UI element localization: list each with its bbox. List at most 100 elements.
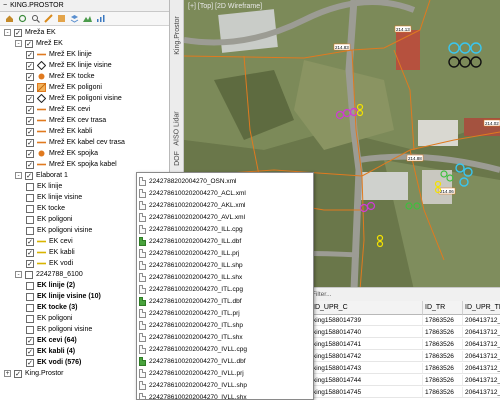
- table-cell[interactable]: 17863526: [423, 339, 463, 350]
- file-list-item[interactable]: 2242786100202004270_IVLL.prj: [139, 367, 244, 379]
- layer-checkbox[interactable]: [26, 292, 34, 301]
- tree-item[interactable]: Mrež EK tocke: [26, 71, 95, 82]
- tab-king-prostor[interactable]: King.Prostor: [170, 6, 184, 64]
- tree-item[interactable]: EK vodi: [26, 258, 73, 269]
- tree-item[interactable]: EK tocke (3): [26, 302, 77, 313]
- tree-item[interactable]: Mrež EK kabli: [26, 126, 92, 137]
- table-cell[interactable]: king1588014745: [311, 387, 423, 398]
- file-list-item[interactable]: 2242786100202004270_ITL.prj: [139, 307, 240, 319]
- table-cell[interactable]: 206413712_: [463, 339, 500, 350]
- expand-icon[interactable]: +: [4, 370, 11, 377]
- file-list-item[interactable]: 2242786100202004270_ILL.cpg: [139, 223, 243, 235]
- viewport-label[interactable]: [+] [Top] [2D Wireframe]: [188, 3, 262, 10]
- layer-checkbox[interactable]: [26, 336, 34, 345]
- tree-item[interactable]: EK linije: [26, 181, 62, 192]
- layer-checkbox[interactable]: [26, 314, 34, 323]
- tree-item[interactable]: Mrež EK linije visine: [26, 60, 112, 71]
- layers-icon[interactable]: [69, 13, 80, 24]
- file-list-item[interactable]: 2242786100202004270_AKL.xml: [139, 199, 246, 211]
- layer-checkbox[interactable]: [26, 182, 34, 191]
- filter-button[interactable]: Filter...: [312, 291, 332, 298]
- tree-item[interactable]: EK linije visine: [26, 192, 82, 203]
- tree-item[interactable]: EK cevi: [26, 236, 73, 247]
- tree-item[interactable]: EK poligoni visine: [26, 324, 92, 335]
- tab-dof[interactable]: DOF: [170, 146, 184, 170]
- refresh-icon[interactable]: [17, 13, 28, 24]
- search-icon[interactable]: [30, 13, 41, 24]
- file-list-item[interactable]: 2242786100202004270_ILL.prj: [139, 247, 239, 259]
- layer-checkbox[interactable]: [14, 28, 22, 37]
- layer-checkbox[interactable]: [26, 83, 34, 92]
- table-cell[interactable]: king1588014743: [311, 363, 423, 374]
- file-list-item[interactable]: 2242786100202004270_ILL.dbf: [139, 235, 241, 247]
- file-list-item[interactable]: 2242786100202004270_IVLL.dbf: [139, 355, 246, 367]
- tree-item[interactable]: EK poligoni: [26, 214, 72, 225]
- file-list-item[interactable]: 2242786100202004270_IVLL.shx: [139, 391, 247, 399]
- layer-checkbox[interactable]: [26, 105, 34, 114]
- column-header[interactable]: ID_TR: [423, 301, 463, 315]
- column-header[interactable]: ID_UPR_TR: [463, 301, 500, 315]
- layer-checkbox[interactable]: [26, 50, 34, 59]
- tree-item[interactable]: Mrež EK poligoni visine: [26, 93, 122, 104]
- table-cell[interactable]: king1588014740: [311, 327, 423, 338]
- layer-checkbox[interactable]: [26, 94, 34, 103]
- layer-checkbox[interactable]: [26, 72, 34, 81]
- tree-item[interactable]: EK poligoni visine: [26, 225, 92, 236]
- tree-item[interactable]: EK kabli (4): [26, 346, 75, 357]
- layer-checkbox[interactable]: [26, 215, 34, 224]
- tree-item[interactable]: - Elaborat 1: [15, 170, 68, 181]
- file-list-item[interactable]: 2242786100202004270_IVLL.shp: [139, 379, 247, 391]
- layer-checkbox[interactable]: [26, 325, 34, 334]
- collapse-icon[interactable]: -: [15, 271, 22, 278]
- home-icon[interactable]: [4, 13, 15, 24]
- layer-checkbox[interactable]: [26, 149, 34, 158]
- tree-item[interactable]: Mrež EK kabel cev trasa: [26, 137, 125, 148]
- tree-item[interactable]: EK cevi (64): [26, 335, 77, 346]
- layer-checkbox[interactable]: [25, 39, 33, 48]
- table-cell[interactable]: 17863526: [423, 387, 463, 398]
- collapse-icon[interactable]: -: [4, 29, 11, 36]
- table-cell[interactable]: 17863526: [423, 351, 463, 362]
- tool-icon[interactable]: [56, 13, 67, 24]
- layer-checkbox[interactable]: [26, 160, 34, 169]
- column-header[interactable]: ID_UPR_C: [311, 301, 423, 315]
- minus-icon[interactable]: −: [3, 0, 7, 12]
- layer-checkbox[interactable]: [26, 127, 34, 136]
- tree-item[interactable]: EK vodi (576): [26, 357, 81, 368]
- table-cell[interactable]: 206413712_: [463, 387, 500, 398]
- layer-checkbox[interactable]: [26, 226, 34, 235]
- tree-item[interactable]: EK tocke: [26, 203, 65, 214]
- layer-checkbox[interactable]: [26, 281, 34, 290]
- table-cell[interactable]: king1588014744: [311, 375, 423, 386]
- table-cell[interactable]: king1588014741: [311, 339, 423, 350]
- file-list-item[interactable]: 2242786100202004270_ITL.shx: [139, 331, 243, 343]
- file-list-item[interactable]: 2242786100202004270_ITL.shp: [139, 319, 243, 331]
- tree-item[interactable]: - Mreža EK: [4, 27, 56, 38]
- collapse-icon[interactable]: -: [15, 40, 22, 47]
- tree-item[interactable]: EK kabli: [26, 247, 75, 258]
- file-list-item[interactable]: 2242786100202004270_ITL.cpg: [139, 283, 243, 295]
- file-list-item[interactable]: 2242786100202004270_ACL.xml: [139, 187, 246, 199]
- tree-item[interactable]: EK linije (2): [26, 280, 75, 291]
- table-cell[interactable]: 17863526: [423, 363, 463, 374]
- tree-item[interactable]: - 2242788_6100: [15, 269, 83, 280]
- layer-checkbox[interactable]: [14, 369, 22, 378]
- layer-checkbox[interactable]: [26, 248, 34, 257]
- pencil-icon[interactable]: [43, 13, 54, 24]
- file-list-item[interactable]: 2242786100202004270_ITL.dbf: [139, 295, 242, 307]
- layer-checkbox[interactable]: [26, 237, 34, 246]
- file-list-item[interactable]: 2242786100202004270_IVLL.cpg: [139, 343, 247, 355]
- tree-item[interactable]: Mrež EK spojka kabel: [26, 159, 117, 170]
- table-cell[interactable]: king1588014742: [311, 351, 423, 362]
- table-cell[interactable]: 17863526: [423, 327, 463, 338]
- table-cell[interactable]: king1588014739: [311, 315, 423, 326]
- table-cell[interactable]: 206413712_: [463, 351, 500, 362]
- layer-checkbox[interactable]: [26, 193, 34, 202]
- table-cell[interactable]: 17863526: [423, 315, 463, 326]
- layer-checkbox[interactable]: [26, 259, 34, 268]
- file-list-item[interactable]: 2242786100202004270_ILL.shx: [139, 271, 242, 283]
- tree-item[interactable]: Mrež EK spojka: [26, 148, 98, 159]
- tree-item[interactable]: Mrež EK cev trasa: [26, 115, 106, 126]
- layer-checkbox[interactable]: [26, 358, 34, 367]
- chart-icon[interactable]: [95, 13, 106, 24]
